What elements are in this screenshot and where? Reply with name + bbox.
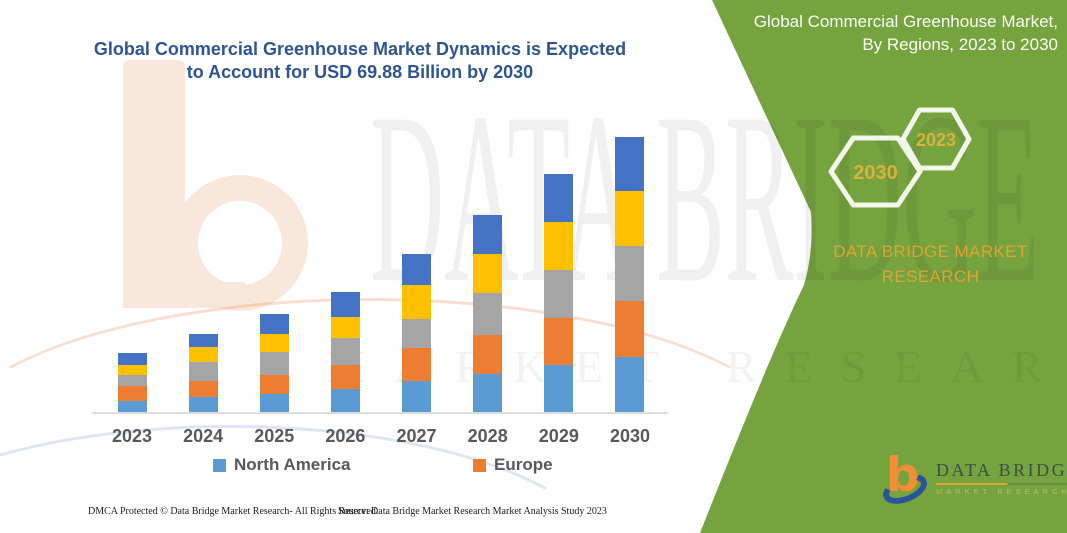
bar-segment-2028-unlabeled-darkblue [473,215,503,255]
bar-segment-2023-unlabeled-yellow [117,364,147,375]
logo-name: DATA BRIDGE [936,460,1067,480]
panel-brand-line1: DATA BRIDGE MARKET [833,242,1028,261]
x-axis-line [92,412,668,414]
footer-dmca-text: DMCA Protected © Data Bridge Market Rese… [88,506,379,517]
bar-segment-2023-unlabeled-darkblue [117,353,147,365]
bar-segment-2030-unlabeled-gray [615,245,645,302]
bar-segment-2025-unlabeled-yellow [259,333,289,352]
x-tick-2027: 2027 [396,426,437,446]
bar-segment-2026-unlabeled-darkblue [330,292,360,318]
bar-segment-2026-Europe [330,364,360,389]
x-tick-2026: 2026 [325,426,366,446]
panel-heading-line1: Global Commercial Greenhouse Market, [753,12,1058,31]
bar-segment-2027-unlabeled-darkblue [402,253,432,285]
bar-segment-2028-unlabeled-gray [473,293,503,336]
bar-segment-2028-unlabeled-yellow [473,254,503,294]
infographic-canvas: DATA BRIDGE MARKET RESEARCH Global Comme… [0,0,1067,533]
x-tick-2024: 2024 [183,426,224,446]
legend-item-north-america: North America [213,455,351,475]
bar-segment-2025-unlabeled-gray [259,351,289,375]
bar-segment-2030-unlabeled-darkblue [615,136,645,191]
bar-segment-2023-unlabeled-gray [117,374,147,386]
panel-heading: Global Commercial Greenhouse Market, By … [698,10,1058,56]
bar-segment-2029-unlabeled-gray [544,269,574,318]
bar-segment-2030-unlabeled-yellow [615,190,645,246]
bar-segment-2029-unlabeled-yellow [544,221,574,270]
bar-segment-2025-Europe [259,374,289,394]
chart-legend: North America Europe [0,455,680,477]
bar-segment-2026-North America [330,388,360,413]
bar-segment-2027-unlabeled-gray [402,318,432,348]
logo-underline [936,483,1066,485]
bar-segment-2025-unlabeled-darkblue [259,314,289,334]
bar-segment-2026-unlabeled-gray [330,338,360,365]
bar-segment-2024-Europe [188,381,218,398]
data-bridge-logo: b DATA BRIDGE MARKET RESEARCH [878,448,1067,510]
data-bridge-b-icon: b [878,448,932,510]
logo-subtext: MARKET RESEARCH [936,487,1067,496]
x-tick-2028: 2028 [467,426,508,446]
footer-source-text: Source: Data Bridge Market Research Mark… [338,506,607,517]
legend-label-north-america: North America [234,455,351,474]
bar-segment-2027-Europe [402,347,432,381]
bar-segment-2026-unlabeled-yellow [330,317,360,339]
bar-segment-2029-unlabeled-darkblue [544,173,574,222]
x-tick-2025: 2025 [254,426,295,446]
panel-brand-line2: RESEARCH [881,267,980,286]
bar-segment-2027-North America [402,380,432,413]
panel-brand-text: DATA BRIDGE MARKET RESEARCH [818,239,1043,289]
bar-segment-2030-Europe [615,301,645,357]
bar-segment-2030-North America [615,357,645,413]
legend-swatch-north-america [213,458,226,472]
bar-segment-2024-unlabeled-yellow [188,347,218,363]
bar-segment-2029-North America [544,364,574,413]
bar-segment-2027-unlabeled-yellow [402,284,432,319]
bar-segment-2024-unlabeled-darkblue [188,333,218,348]
legend-swatch-europe [473,458,486,472]
x-tick-2029: 2029 [538,426,579,446]
legend-item-europe: Europe [473,455,553,475]
x-tick-2030: 2030 [609,426,650,446]
bar-segment-2028-North America [473,374,503,413]
bar-segment-2028-Europe [473,335,503,375]
bar-segment-2024-North America [188,397,218,413]
year-hexagons: 2030 2023 [828,107,972,208]
hexagon-year-2030: 2030 [853,162,898,184]
bar-segment-2025-North America [259,393,289,413]
bar-segment-2029-Europe [544,317,574,365]
legend-label-europe: Europe [494,455,553,474]
panel-heading-line2: By Regions, 2023 to 2030 [862,35,1058,54]
hexagon-year-2023: 2023 [916,130,956,150]
bar-segment-2023-Europe [117,386,147,402]
bar-segment-2024-unlabeled-gray [188,362,218,382]
x-tick-2023: 2023 [111,426,153,446]
